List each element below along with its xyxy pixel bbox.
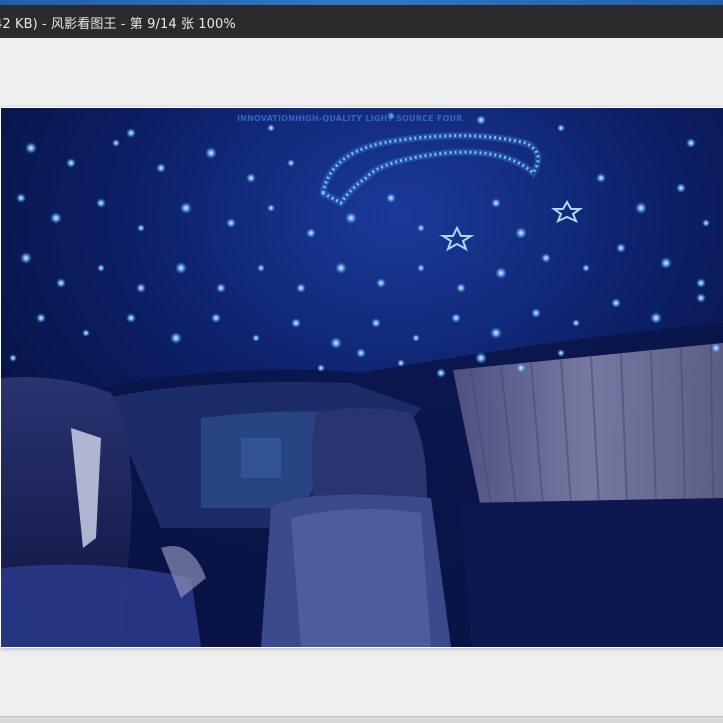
title-bar[interactable]: 42 KB) - 风影看图王 - 第 9/14 张 100% — [0, 5, 723, 38]
window-title: 42 KB) - 风影看图王 - 第 9/14 张 100% — [0, 17, 236, 32]
image-frame: INNOVATIONHIGH-QUALITY LIGHT SOURCE FOUR — [0, 107, 723, 648]
displayed-photo[interactable]: INNOVATIONHIGH-QUALITY LIGHT SOURCE FOUR — [1, 108, 723, 647]
photo-illustration — [1, 108, 723, 647]
photo-caption-text: INNOVATIONHIGH-QUALITY LIGHT SOURCE FOUR — [237, 114, 463, 123]
